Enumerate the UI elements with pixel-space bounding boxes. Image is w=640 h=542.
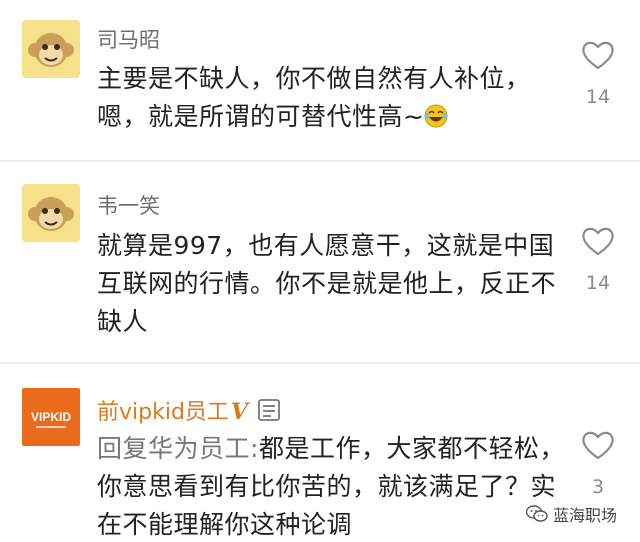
monkey-avatar-icon[interactable] bbox=[22, 20, 80, 78]
comment-line: 在不能理解你这种论调 bbox=[97, 510, 353, 539]
comment-line: 你意思看到有比你苦的，就该满足了？实 bbox=[97, 472, 557, 501]
comment-line: 回复华为员工:都是工作，大家都不轻松， bbox=[97, 430, 567, 468]
comment-text: 主要是不缺人，你不做自然有人补位， 嗯，就是所谓的可替代性高~ bbox=[97, 60, 567, 136]
like-button[interactable]: 14 bbox=[570, 226, 626, 294]
wechat-icon bbox=[526, 505, 548, 522]
heart-icon bbox=[582, 41, 614, 70]
watermark-text: 蓝海职场 bbox=[553, 506, 618, 525]
comment-text: 回复华为员工:都是工作，大家都不轻松， 你意思看到有比你苦的，就该满足了？实 在… bbox=[97, 430, 567, 542]
like-count: 3 bbox=[591, 476, 605, 498]
like-button[interactable]: 14 bbox=[570, 40, 626, 108]
comment-line: 缺人 bbox=[97, 307, 149, 336]
verified-badge: V bbox=[230, 399, 248, 425]
avatar-text: VIPKID bbox=[31, 410, 71, 424]
comment-line-text: 都是工作，大家都不轻松， bbox=[258, 434, 565, 463]
username-text: 前vipkid员工 bbox=[97, 400, 229, 425]
comment-line: 就算是997，也有人愿意干，这就是中国 bbox=[97, 231, 555, 260]
heart-icon bbox=[582, 431, 614, 460]
heart-icon bbox=[582, 227, 614, 256]
like-count: 14 bbox=[585, 86, 611, 108]
comment-divider bbox=[0, 160, 640, 162]
comment-line: 主要是不缺人，你不做自然有人补位， bbox=[97, 64, 531, 93]
monkey-avatar-icon[interactable] bbox=[22, 184, 80, 242]
comment-line-text: 嗯，就是所谓的可替代性高~ bbox=[97, 102, 425, 131]
comment-divider bbox=[0, 362, 640, 364]
comment-list: 司马昭 主要是不缺人，你不做自然有人补位， 嗯，就是所谓的可替代性高~ 14 韦… bbox=[0, 0, 640, 542]
vipkid-avatar[interactable]: VIPKID bbox=[22, 388, 80, 446]
laughing-tears-emoji-icon bbox=[424, 101, 448, 128]
comment-username[interactable]: 司马昭 bbox=[97, 24, 160, 54]
comment-text: 就算是997，也有人愿意干，这就是中国 互联网的行情。你不是就是他上，反正不 缺… bbox=[97, 227, 567, 341]
comment-username[interactable]: 前vipkid员工V bbox=[97, 394, 282, 429]
like-button[interactable]: 3 bbox=[570, 430, 626, 498]
comment-line: 互联网的行情。你不是就是他上，反正不 bbox=[97, 269, 557, 298]
reply-prefix[interactable]: 回复华为员工: bbox=[97, 434, 259, 463]
comment-line: 嗯，就是所谓的可替代性高~ bbox=[97, 98, 567, 136]
like-count: 14 bbox=[585, 272, 611, 294]
watermark: 蓝海职场 bbox=[526, 502, 617, 526]
document-icon bbox=[256, 397, 282, 429]
comment-username[interactable]: 韦一笑 bbox=[97, 190, 160, 220]
